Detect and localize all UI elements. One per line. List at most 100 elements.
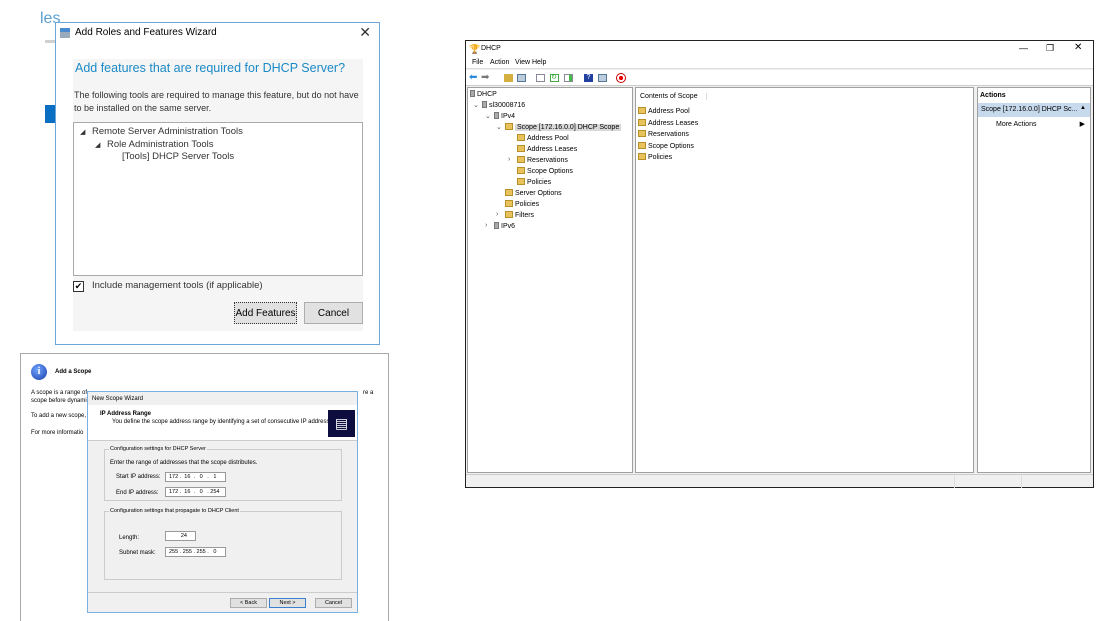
group-label: Configuration settings that propagate to… [110,508,239,514]
tree-node-label: Scope Options [527,168,573,175]
tree-node[interactable]: Policies [505,200,539,208]
feature-tree-item[interactable]: ◢ Remote Server Administration Tools [80,126,243,137]
dialog-title: Add Roles and Features Wizard [75,27,217,38]
client-settings-group: Configuration settings that propagate to… [104,508,342,580]
tree-node[interactable]: ⌄ sl30008716 [473,101,525,109]
properties-icon[interactable] [536,74,545,82]
tree-node[interactable]: ⌄ Scope [172.16.0.0] DHCP Scope [496,123,622,131]
cancel-button[interactable]: Cancel [315,598,352,608]
contents-pane: Contents of Scope Address Pool Address Le… [635,87,974,473]
chevron-right-icon[interactable]: › [485,222,487,229]
add-scope-title: Add a Scope [55,369,92,375]
cancel-button[interactable]: Cancel [304,302,363,324]
add-roles-wizard-dialog: Add Roles and Features Wizard ✕ Add feat… [55,22,380,345]
chevron-down-icon[interactable]: ⌄ [473,101,479,109]
close-icon[interactable]: ✕ [359,24,371,41]
scope-text: For more informatio [31,430,84,436]
include-management-tools-checkbox[interactable]: ✔ [73,281,84,292]
wizard-subheading: You define the scope address range by id… [112,419,338,425]
chevron-right-icon[interactable]: › [508,156,510,163]
folder-icon [638,118,646,126]
info-icon: i [31,364,47,380]
contents-item[interactable]: Reservations [638,130,689,138]
back-arrow-icon[interactable]: ⬅ [469,72,477,83]
dialog-description: The following tools are required to mana… [74,90,359,113]
scope-text: To add a new scope, [31,413,87,419]
status-bar [466,474,1093,488]
folder-icon [517,156,525,163]
tree-node-label: DHCP [477,91,497,98]
minimize-button[interactable]: — [1019,43,1028,53]
show-hide-tree-icon[interactable] [517,74,526,82]
tree-node[interactable]: ⌄ IPv4 [485,112,515,120]
start-ip-input[interactable]: 172 . 16 . 0 . 1 [165,472,226,482]
features-tree: ◢ Remote Server Administration Tools ◢ Role… [73,122,363,276]
feature-tree-item[interactable]: ◢ Role Administration Tools [95,139,214,150]
more-actions-label: More Actions [996,121,1037,128]
next-button[interactable]: Next > [269,598,306,608]
tree-node-label: Policies [515,201,540,208]
tree-node[interactable]: › Filters [496,211,534,219]
tree-node[interactable]: Scope Options [517,167,573,175]
wizard-app-icon [60,28,70,38]
stop-service-icon[interactable] [616,73,626,83]
collapse-up-icon[interactable]: ▲ [1080,105,1086,111]
feature-tree-item[interactable]: [Tools] DHCP Server Tools [110,151,234,162]
end-ip-input[interactable]: 172 . 16 . 0 . 254 [165,487,226,497]
contents-item[interactable]: Address Leases [638,118,698,127]
chevron-right-icon[interactable]: › [496,211,498,218]
include-management-tools-label[interactable]: Include management tools (if applicable) [92,280,263,291]
tree-node[interactable]: Server Options [505,189,562,197]
feature-label: Role Administration Tools [107,138,214,150]
folder-icon [517,178,525,185]
tree-node[interactable]: DHCP [470,90,497,98]
folder-icon [505,123,513,130]
subnet-mask-input[interactable]: 255 . 255 . 255 . 0 [165,547,226,557]
server-icon [494,112,499,119]
expand-triangle-icon[interactable]: ◢ [95,141,107,149]
folder-wizard-icon: ▤ [328,410,355,437]
folder-icon [517,167,525,174]
menu-file[interactable]: File [472,59,483,66]
menu-help[interactable]: Help [532,59,546,66]
export-list-icon[interactable] [564,74,573,82]
restore-button[interactable]: ❐ [1046,43,1054,54]
folder-icon [517,145,525,152]
help-icon[interactable]: ? [584,74,593,82]
background-nav-highlight [45,105,55,123]
tree-node[interactable]: Address Leases [517,145,577,153]
tree-node-label: Policies [527,179,552,186]
start-ip-label: Start IP address: [116,474,161,480]
contents-item-label: Reservations [648,131,689,139]
actions-scope-section[interactable]: Scope [172.16.0.0] DHCP Sc... ▲ [978,103,1090,117]
tree-node-label: IPv6 [501,223,516,230]
chevron-down-icon[interactable]: ⌄ [485,112,491,120]
back-button[interactable]: < Back [230,598,267,608]
submenu-arrow-icon: ▶ [1079,121,1085,128]
folder-icon [517,134,525,141]
tree-node[interactable]: › Reservations [508,156,568,164]
add-features-button[interactable]: Add Features [234,302,297,324]
tree-node-label: Server Options [515,190,562,197]
refresh-icon[interactable]: ↻ [550,74,559,82]
up-folder-icon[interactable] [504,74,513,82]
forward-arrow-icon[interactable]: ➡ [481,72,489,83]
wizard-title: New Scope Wizard [92,396,144,402]
length-stepper[interactable]: 24 [165,531,196,541]
expand-triangle-icon[interactable]: ◢ [80,128,92,136]
tree-node[interactable]: › IPv6 [485,222,516,230]
menu-view[interactable]: View [515,59,530,66]
more-actions-item[interactable]: More Actions ▶ [978,119,1090,131]
actions-scope-label: Scope [172.16.0.0] DHCP Sc... [981,106,1078,113]
chevron-down-icon[interactable]: ⌄ [496,123,502,131]
contents-item[interactable]: Policies [638,153,672,161]
close-button[interactable]: ✕ [1074,42,1082,53]
window-title: DHCP [481,45,501,52]
contents-item[interactable]: Scope Options [638,141,694,150]
tree-node[interactable]: Policies [517,178,551,186]
tree-node[interactable]: Address Pool [517,134,569,142]
show-action-pane-icon[interactable] [598,74,607,82]
feature-label: Remote Server Administration Tools [92,126,243,137]
menu-action[interactable]: Action [490,59,509,66]
contents-item[interactable]: Address Pool [638,107,690,115]
